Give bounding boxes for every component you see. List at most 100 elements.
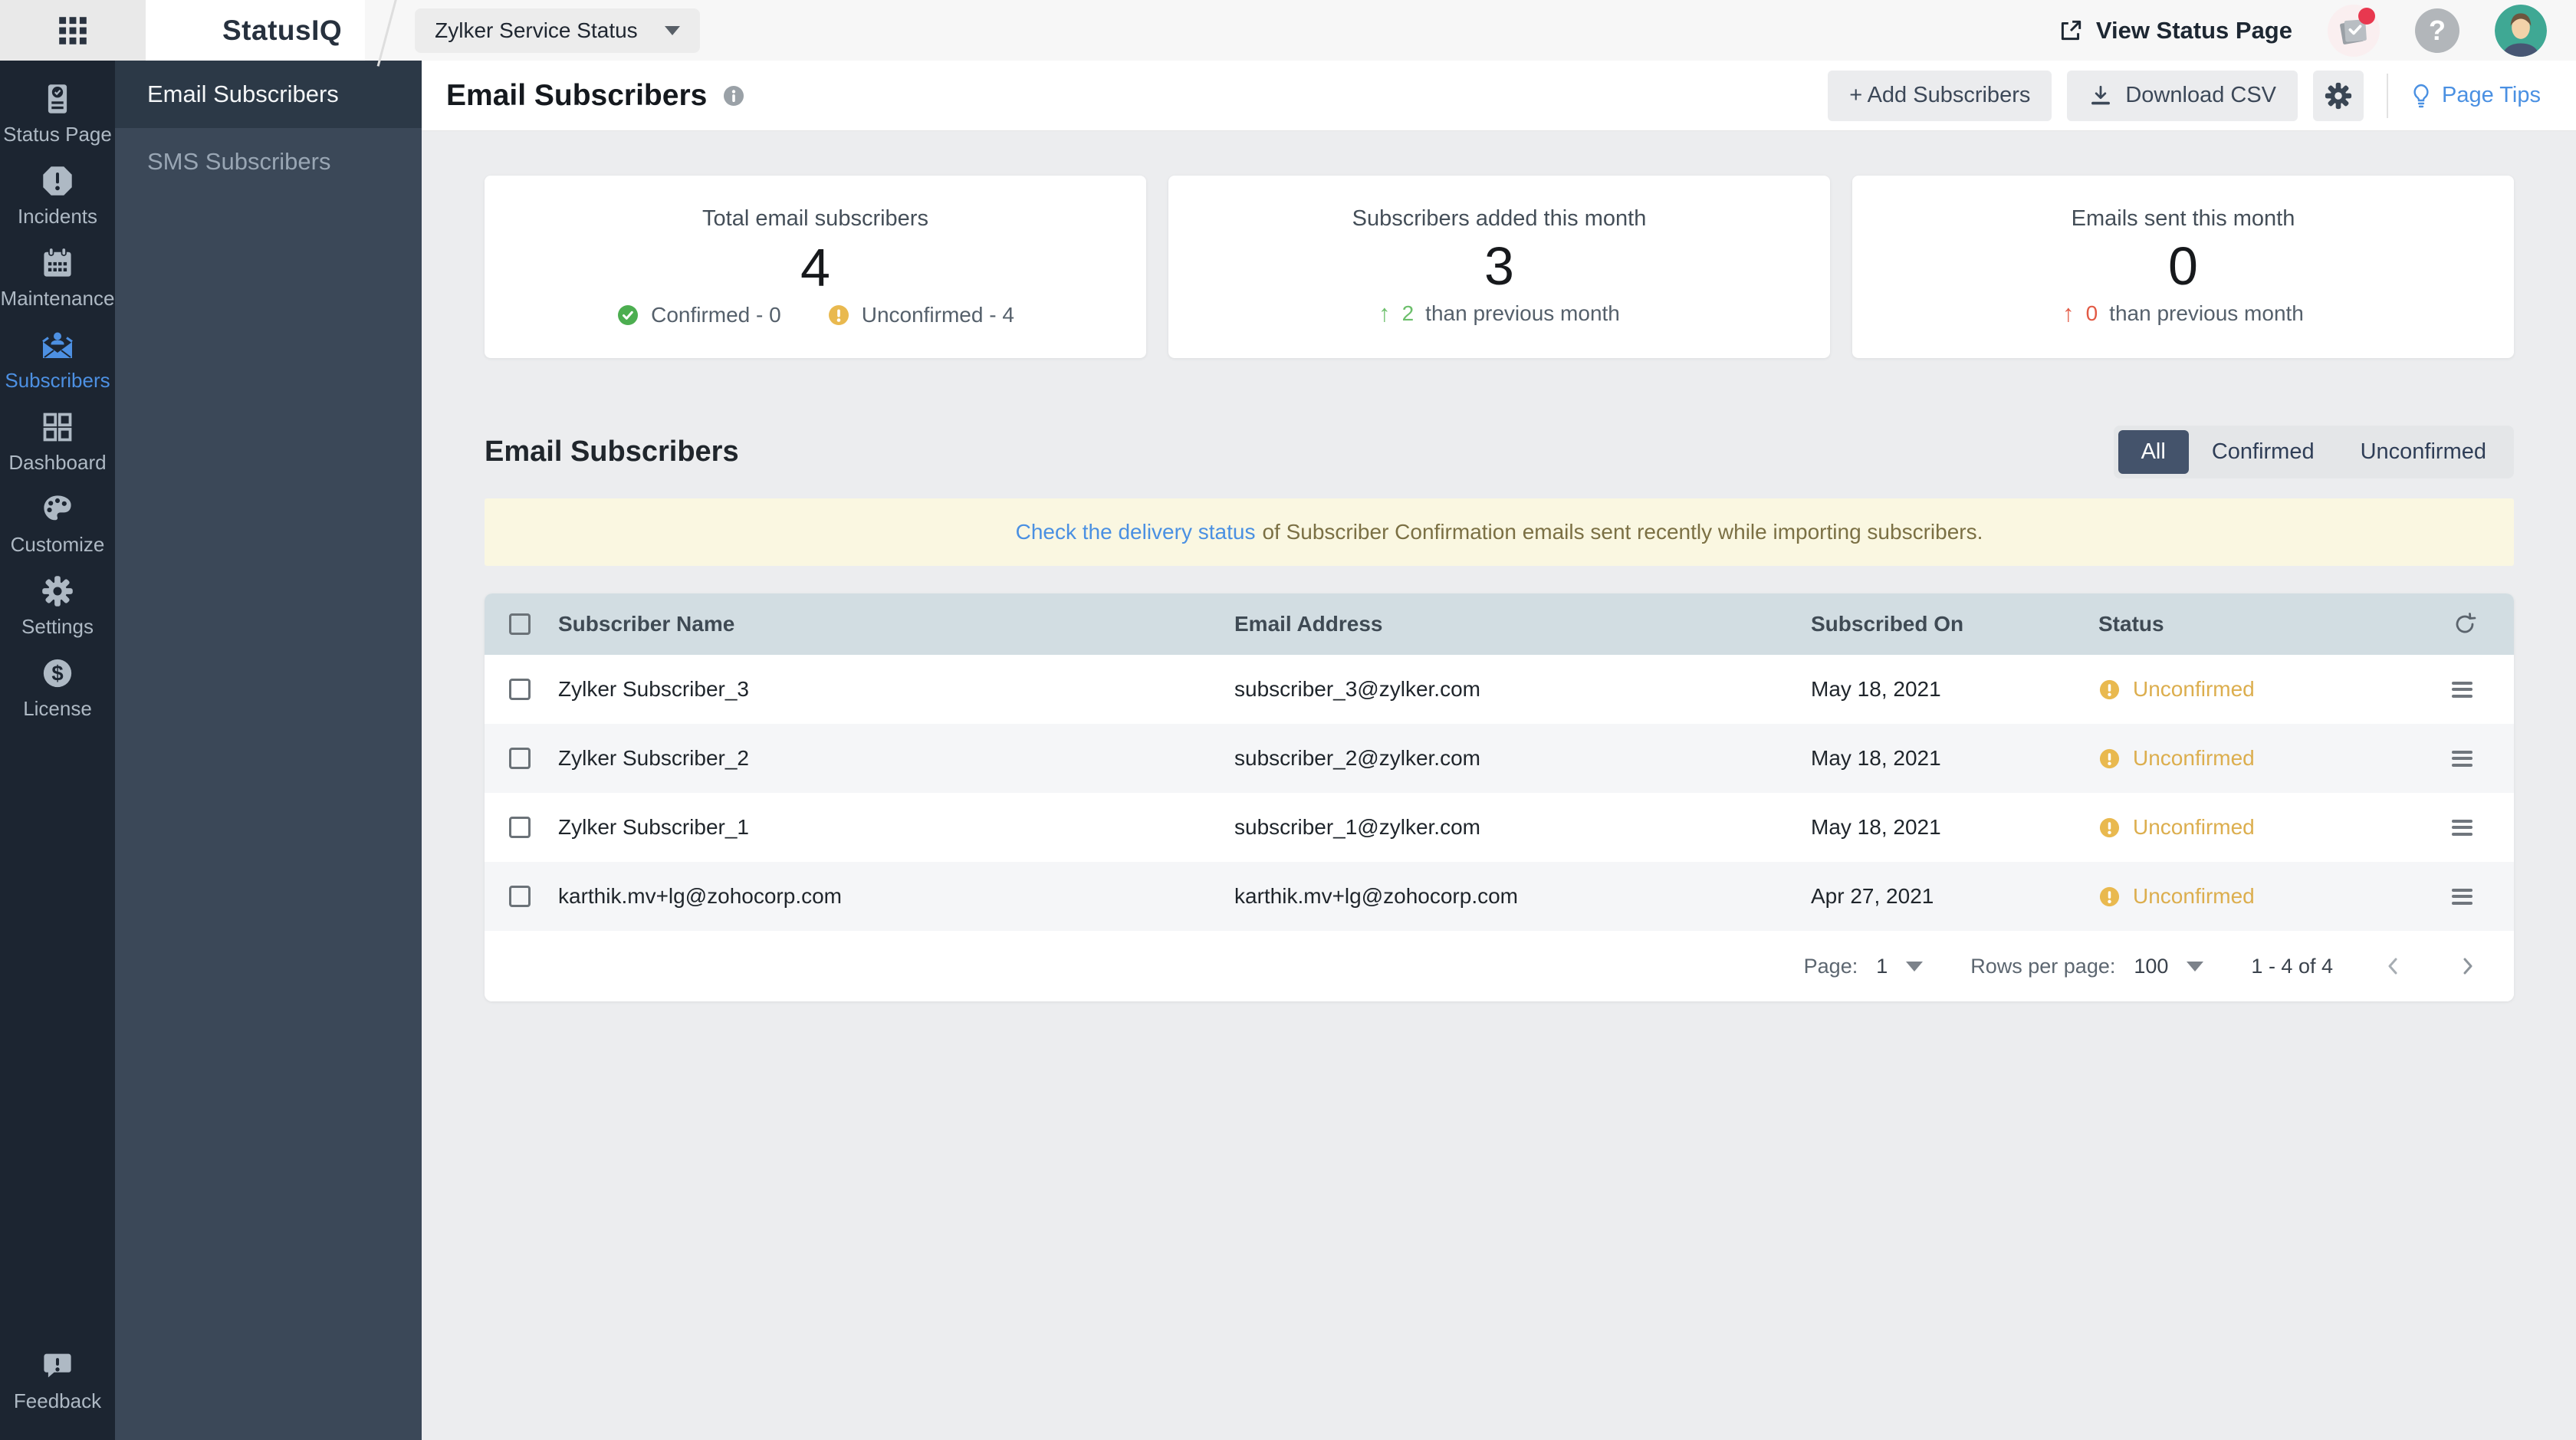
- confirmed-label: Confirmed - 0: [651, 303, 781, 327]
- help-button[interactable]: [2415, 8, 2459, 53]
- status-page-selector[interactable]: Zylker Service Status: [415, 8, 701, 53]
- column-subscriber-name: Subscriber Name: [558, 612, 735, 636]
- warning-circle-icon: [828, 305, 849, 325]
- card-value: 4: [800, 237, 830, 298]
- add-subscribers-button[interactable]: + Add Subscribers: [1828, 70, 2052, 121]
- sidebar-item-label: Status Page: [3, 122, 112, 146]
- cell-subscriber-name: Zylker Subscriber_1: [558, 815, 749, 839]
- subnav-item-sms-subscribers[interactable]: SMS Subscribers: [115, 128, 422, 196]
- download-csv-button[interactable]: Download CSV: [2067, 70, 2298, 121]
- app-launcher-button[interactable]: [0, 0, 146, 61]
- next-page-button[interactable]: [2454, 953, 2480, 979]
- card-title: Subscribers added this month: [1352, 206, 1647, 231]
- page-title: Email Subscribers: [446, 79, 745, 113]
- cell-status: Unconfirmed: [2098, 746, 2447, 771]
- check-circle-icon: [618, 305, 639, 325]
- filter-confirmed[interactable]: Confirmed: [2189, 430, 2338, 474]
- subscribers-table: Subscriber Name Email Address Subscribed…: [485, 593, 2514, 1001]
- external-link-icon: [2061, 20, 2082, 40]
- row-menu-button[interactable]: [2452, 747, 2472, 770]
- summary-cards: Total email subscribers 4 Confirmed - 0: [485, 176, 2514, 358]
- sidebar-item-license[interactable]: $ License: [0, 647, 115, 729]
- column-status: Status: [2098, 612, 2164, 636]
- page-selector[interactable]: Page: 1: [1804, 955, 1924, 978]
- add-subscribers-label: + Add Subscribers: [1849, 83, 2031, 107]
- sidebar-item-incidents[interactable]: Incidents: [0, 155, 115, 237]
- row-menu-button[interactable]: [2452, 678, 2472, 701]
- cell-subscribed-on: May 18, 2021: [1811, 746, 1941, 770]
- sidebar-item-label: Dashboard: [8, 450, 107, 474]
- table-row[interactable]: Zylker Subscriber_1 subscriber_1@zylker.…: [485, 793, 2514, 862]
- card-title: Total email subscribers: [702, 206, 928, 231]
- page-tips-button[interactable]: Page Tips: [2411, 82, 2548, 110]
- download-csv-label: Download CSV: [2125, 83, 2277, 107]
- warning-circle-icon: [2099, 748, 2120, 768]
- row-checkbox[interactable]: [509, 817, 531, 838]
- sidebar-item-subscribers[interactable]: Subscribers: [0, 319, 115, 401]
- cell-email-address: karthik.mv+lg@zohocorp.com: [1234, 884, 1519, 908]
- maintenance-icon: [44, 246, 71, 277]
- sidebar-item-label: Maintenance: [0, 286, 115, 310]
- view-status-page-label: View Status Page: [2095, 16, 2292, 44]
- status-label: Unconfirmed: [2133, 815, 2255, 839]
- row-checkbox[interactable]: [509, 679, 531, 700]
- card-footer: ↑ 0 than previous month: [2062, 300, 2304, 327]
- sidebar-item-dashboard[interactable]: Dashboard: [0, 401, 115, 483]
- page-actions: + Add Subscribers Download CSV Page Tips: [1828, 70, 2548, 121]
- cell-email-address: subscriber_2@zylker.com: [1234, 746, 1480, 770]
- table-row[interactable]: Zylker Subscriber_2 subscriber_2@zylker.…: [485, 724, 2514, 793]
- sidebar-item-label: Subscribers: [5, 368, 110, 392]
- table-row[interactable]: Zylker Subscriber_3 subscriber_3@zylker.…: [485, 655, 2514, 724]
- section-title: Email Subscribers: [485, 436, 739, 468]
- row-menu-button[interactable]: [2452, 816, 2472, 839]
- row-checkbox[interactable]: [509, 748, 531, 769]
- warning-circle-icon: [2099, 886, 2120, 906]
- row-checkbox[interactable]: [509, 886, 531, 907]
- download-icon: [2091, 85, 2111, 104]
- rows-per-page-selector[interactable]: Rows per page: 100: [1970, 955, 2204, 978]
- bulb-icon: [2413, 84, 2429, 107]
- app-logo: StatusIQ: [222, 14, 343, 46]
- chevron-down-icon: [1906, 961, 1924, 972]
- select-all-checkbox[interactable]: [509, 613, 531, 635]
- svg-text:$: $: [51, 661, 63, 685]
- notifications-button[interactable]: [2328, 4, 2380, 57]
- cell-email-address: subscriber_3@zylker.com: [1234, 677, 1480, 701]
- card-emails-sent: Emails sent this month 0 ↑ 0 than previo…: [1852, 176, 2514, 358]
- top-bar: StatusIQ Zylker Service Status View Stat…: [0, 0, 2576, 67]
- view-status-page-button[interactable]: View Status Page: [2058, 17, 2292, 44]
- sidebar-item-feedback[interactable]: Feedback: [0, 1340, 115, 1422]
- notice-text: of Subscriber Confirmation emails sent r…: [1262, 520, 1983, 544]
- row-menu-button[interactable]: [2452, 885, 2472, 908]
- user-avatar[interactable]: [2495, 4, 2547, 57]
- sidebar-item-maintenance[interactable]: Maintenance: [0, 237, 115, 319]
- cell-status: Unconfirmed: [2098, 815, 2447, 840]
- settings-gear-button[interactable]: [2313, 70, 2364, 121]
- feedback-icon: [44, 1353, 71, 1377]
- trend: ↑ 0 than previous month: [2062, 300, 2304, 327]
- sidebar-item-label: License: [23, 696, 92, 720]
- previous-page-button[interactable]: [2380, 953, 2407, 979]
- column-subscribed-on: Subscribed On: [1811, 612, 1964, 636]
- subnav-item-label: Email Subscribers: [147, 81, 339, 107]
- sidebar-item-status-page[interactable]: Status Page: [0, 73, 115, 155]
- cell-subscriber-name: Zylker Subscriber_3: [558, 677, 749, 701]
- cell-subscribed-on: May 18, 2021: [1811, 677, 1941, 701]
- refresh-button[interactable]: [2452, 611, 2478, 637]
- table-row[interactable]: karthik.mv+lg@zohocorp.com karthik.mv+lg…: [485, 862, 2514, 931]
- card-title: Emails sent this month: [2071, 206, 2295, 231]
- sidebar-item-label: Settings: [21, 614, 94, 638]
- filter-unconfirmed[interactable]: Unconfirmed: [2338, 430, 2509, 474]
- sidebar-item-settings[interactable]: Settings: [0, 565, 115, 647]
- table-pagination: Page: 1 Rows per page: 100 1 - 4 of 4: [485, 931, 2514, 1001]
- sidebar-item-customize[interactable]: Customize: [0, 483, 115, 565]
- confirmed-count: Confirmed - 0: [616, 303, 781, 327]
- info-icon[interactable]: [722, 84, 745, 107]
- chevron-right-icon: [2463, 958, 2472, 975]
- subnav-item-email-subscribers[interactable]: Email Subscribers: [115, 61, 422, 128]
- filter-all[interactable]: All: [2118, 430, 2189, 474]
- check-delivery-status-link[interactable]: Check the delivery status: [1016, 520, 1256, 544]
- cell-status: Unconfirmed: [2098, 884, 2447, 909]
- sidebar-item-label: Incidents: [17, 204, 98, 228]
- delta-value: 0: [2085, 301, 2098, 325]
